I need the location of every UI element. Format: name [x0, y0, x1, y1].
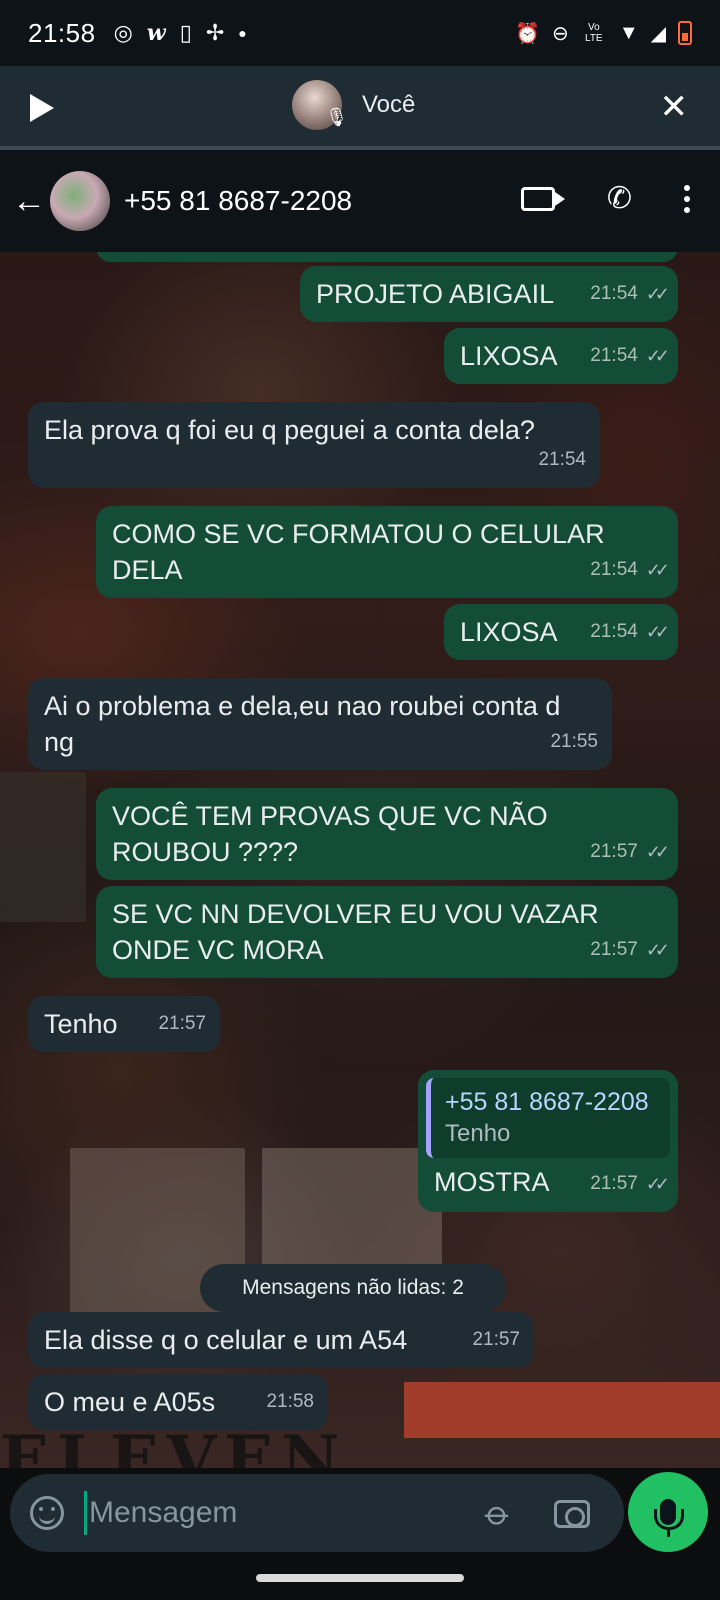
- message-time: 21:54: [590, 283, 638, 304]
- status-time: 21:58: [28, 17, 96, 48]
- read-receipt-icon: ✓✓: [645, 1174, 670, 1194]
- message-bubble-outgoing[interactable]: LIXOSA 21:54 ✓✓: [444, 328, 678, 384]
- message-time: 21:57: [590, 939, 638, 960]
- play-icon[interactable]: [30, 94, 54, 122]
- video-call-icon[interactable]: [520, 187, 565, 211]
- read-receipt-icon: ✓✓: [645, 842, 670, 862]
- paperclip-icon[interactable]: ⌀: [476, 1493, 519, 1536]
- microphone-icon: [654, 1499, 684, 1537]
- message-bubble-incoming[interactable]: Ela prova q foi eu q peguei a conta dela…: [28, 402, 600, 488]
- chat-area[interactable]: ELEVEN PROJETO ABIGAIL 21:54 ✓✓ LIXOSA 21…: [0, 252, 720, 1468]
- message-time: 21:57: [590, 841, 638, 862]
- signal-icon: ◢: [650, 22, 666, 45]
- volte-icon: Vo LTE: [585, 22, 603, 44]
- message-time: 21:57: [158, 1013, 206, 1034]
- chat-header: ← +55 81 8687-2208 ✆: [0, 150, 720, 252]
- system-icons: ⏰ ⊖ Vo LTE ▼ ◢: [515, 21, 692, 46]
- audio-sender-name: Você: [362, 91, 416, 118]
- message-bubble-outgoing[interactable]: SE VC NN DEVOLVER EU VOU VAZAR ONDE VC M…: [96, 886, 678, 978]
- quoted-text: Tenho: [445, 1120, 511, 1147]
- message-time: 21:54: [590, 559, 638, 580]
- notification-icons: ◎ w ▯ ✢ ●: [114, 20, 247, 46]
- quoted-author: +55 81 8687-2208: [445, 1088, 649, 1116]
- header-actions: ✆: [520, 184, 690, 214]
- read-receipt-icon: ✓✓: [645, 284, 670, 304]
- alarm-icon: ⏰: [515, 22, 541, 45]
- pinwheel-icon: ✢: [205, 20, 225, 45]
- message-time: 21:54: [538, 449, 586, 470]
- emoji-sticker-icon[interactable]: [30, 1496, 64, 1530]
- wifi-icon: ▼: [618, 21, 639, 44]
- message-bubble-outgoing-reply[interactable]: +55 81 8687-2208 Tenho MOSTRA 21:57 ✓✓: [418, 1070, 678, 1212]
- back-arrow-icon[interactable]: ←: [12, 182, 46, 221]
- status-bar: 21:58 ◎ w ▯ ✢ ● ⏰ ⊖ Vo LTE ▼ ◢: [0, 0, 720, 66]
- wallpaper-photo: [0, 772, 86, 922]
- audio-player-bar: 🎙 Você ✕: [0, 66, 720, 150]
- audio-sender-avatar: 🎙: [292, 80, 348, 130]
- message-time: 21:54: [590, 345, 638, 366]
- dnd-icon: ⊖: [552, 22, 569, 45]
- contact-avatar[interactable]: [50, 171, 110, 231]
- message-bubble-outgoing[interactable]: COMO SE VC FORMATOU O CELULAR DELA 21:54…: [96, 506, 678, 598]
- message-bubble-outgoing[interactable]: PROJETO ABIGAIL 21:54 ✓✓: [300, 266, 678, 322]
- wallpaper-red-block: [404, 1382, 720, 1438]
- message-input[interactable]: [89, 1496, 429, 1530]
- unread-messages-divider: Mensagens não lidas: 2: [200, 1264, 506, 1312]
- read-receipt-icon: ✓✓: [645, 940, 670, 960]
- message-bubble-outgoing[interactable]: VOCÊ TEM PROVAS QUE VC NÃO ROUBOU ???? 2…: [96, 788, 678, 880]
- home-gesture-handle[interactable]: [256, 1574, 464, 1582]
- read-receipt-icon: ✓✓: [645, 622, 670, 642]
- battery-low-icon: [678, 21, 692, 45]
- read-receipt-icon: ✓✓: [645, 346, 670, 366]
- message-input-container[interactable]: ⌀: [10, 1474, 624, 1552]
- message-time: 21:58: [266, 1391, 314, 1412]
- voice-record-button[interactable]: [628, 1472, 708, 1552]
- w-app-icon: w: [146, 20, 166, 46]
- message-bubble-incoming[interactable]: Tenho 21:57: [28, 996, 220, 1052]
- whatsapp-icon: ◎: [113, 20, 133, 45]
- phone-outline-icon: ▯: [179, 20, 192, 45]
- read-receipt-icon: ✓✓: [645, 560, 670, 580]
- camera-icon[interactable]: [554, 1500, 590, 1528]
- quoted-message[interactable]: +55 81 8687-2208 Tenho: [426, 1078, 670, 1158]
- message-bubble-outgoing[interactable]: LIXOSA 21:54 ✓✓: [444, 604, 678, 660]
- close-icon[interactable]: ✕: [660, 90, 689, 124]
- microphone-icon: 🎙: [325, 107, 348, 127]
- voice-call-icon[interactable]: ✆: [607, 184, 632, 214]
- message-bubble-partial[interactable]: [96, 252, 678, 262]
- more-options-icon[interactable]: [684, 185, 690, 213]
- message-time: 21:57: [590, 1173, 638, 1194]
- message-bubble-incoming[interactable]: O meu e A05s 21:58: [28, 1374, 328, 1430]
- message-time: 21:54: [590, 621, 638, 642]
- audio-sender[interactable]: 🎙 Você: [292, 80, 415, 130]
- message-bubble-incoming[interactable]: Ela disse q o celular e um A54 21:57: [28, 1312, 534, 1368]
- composer-bar: ⌀: [0, 1468, 720, 1558]
- dot-icon: ●: [238, 25, 247, 41]
- message-time: 21:57: [472, 1329, 520, 1350]
- system-navigation-bar: [0, 1558, 720, 1600]
- text-cursor: [84, 1491, 87, 1535]
- message-time: 21:55: [550, 731, 598, 752]
- contact-name[interactable]: +55 81 8687-2208: [124, 185, 352, 217]
- message-bubble-incoming[interactable]: Ai o problema e dela,eu nao roubei conta…: [28, 678, 612, 770]
